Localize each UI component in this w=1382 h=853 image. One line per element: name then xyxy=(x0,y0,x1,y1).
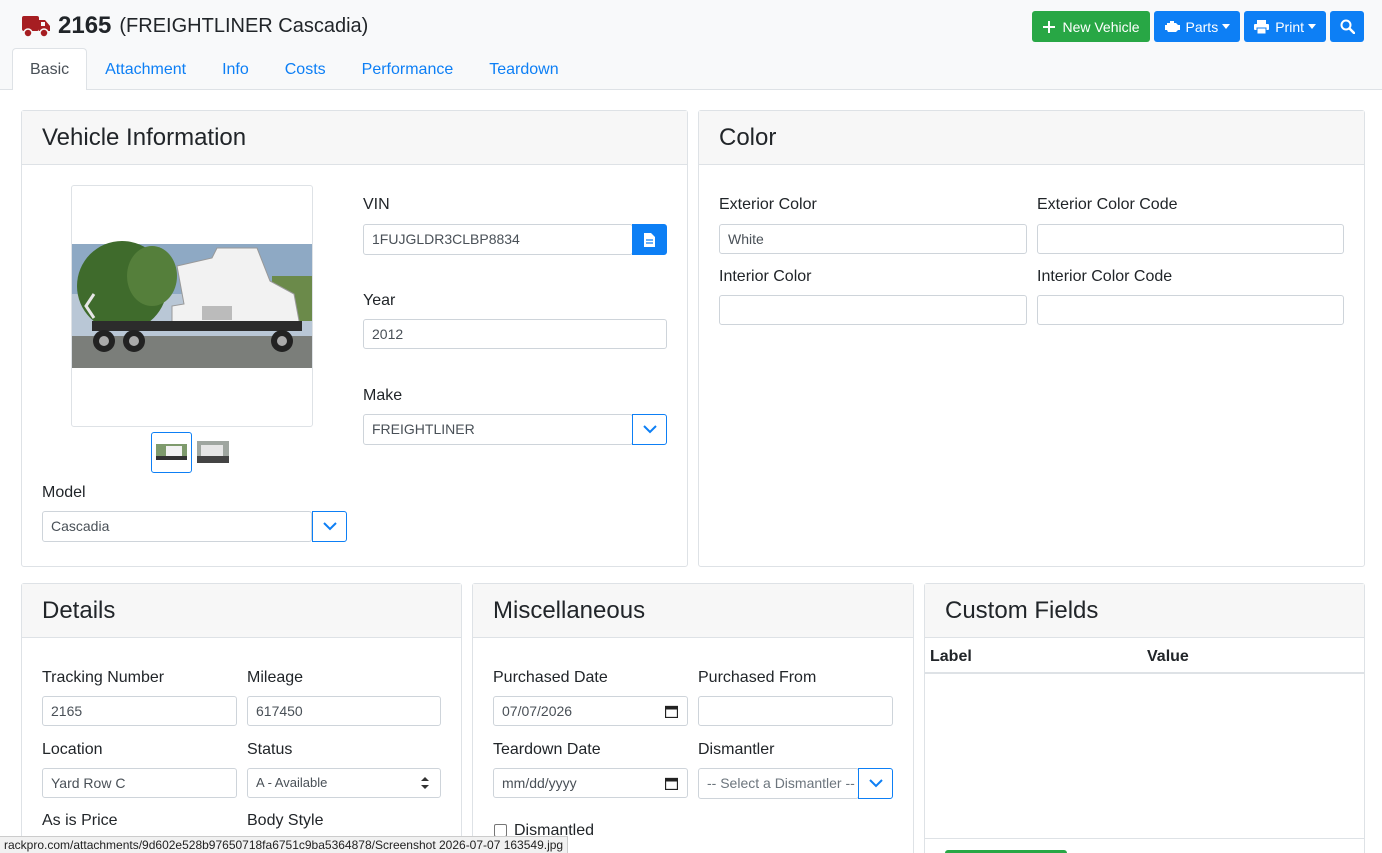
purchased-date-input[interactable]: 07/07/2026 xyxy=(493,696,688,726)
miscellaneous-title: Miscellaneous xyxy=(473,584,913,638)
printer-icon xyxy=(1254,19,1270,34)
column-label-header: Label xyxy=(930,648,972,665)
make-select[interactable]: FREIGHTLINER xyxy=(363,414,633,445)
thumbnail-image xyxy=(197,441,229,463)
teardown-date-input[interactable]: mm/dd/yyyy xyxy=(493,768,688,798)
custom-fields-table-header: Label Value xyxy=(925,638,1364,674)
status-value: A - Available xyxy=(256,775,328,790)
calendar-icon xyxy=(665,705,678,718)
tab-attachment[interactable]: Attachment xyxy=(87,48,204,90)
interior-color-code-label: Interior Color Code xyxy=(1037,268,1173,285)
vin-input[interactable]: 1FUJGLDR3CLBP8834 xyxy=(363,224,633,255)
chevron-down-icon xyxy=(868,779,883,788)
mileage-input[interactable]: 617450 xyxy=(247,696,441,726)
new-vehicle-label: New Vehicle xyxy=(1062,18,1140,35)
tab-bar: Basic Attachment Info Costs Performance … xyxy=(12,48,577,90)
exterior-color-code-input[interactable] xyxy=(1037,224,1344,254)
chevron-down-icon xyxy=(642,425,657,434)
purchased-from-label: Purchased From xyxy=(698,669,817,686)
exterior-color-input[interactable]: White xyxy=(719,224,1027,254)
vehicle-photo xyxy=(72,241,312,368)
year-input[interactable]: 2012 xyxy=(363,319,667,349)
interior-color-input[interactable] xyxy=(719,295,1027,325)
parts-dropdown-button[interactable]: Parts xyxy=(1153,11,1241,42)
parts-label: Parts xyxy=(1185,18,1219,35)
header-actions: New Vehicle Parts Print xyxy=(1032,11,1364,42)
interior-color-label: Interior Color xyxy=(719,268,812,285)
page-header: 2165 (FREIGHTLINER Cascadia) New Vehicle… xyxy=(0,0,1382,90)
year-label: Year xyxy=(363,292,396,309)
as-is-price-label: As is Price xyxy=(42,812,118,829)
tab-basic[interactable]: Basic xyxy=(12,48,88,90)
color-title: Color xyxy=(699,111,1364,165)
purchased-date-value: 07/07/2026 xyxy=(502,703,573,719)
teardown-date-label: Teardown Date xyxy=(493,741,601,758)
tracking-number-input[interactable]: 2165 xyxy=(42,696,237,726)
document-icon xyxy=(644,232,655,247)
thumbnail-2[interactable] xyxy=(197,441,229,463)
thumbnail-1[interactable] xyxy=(151,432,192,473)
details-card: Details Tracking Number 2165 Mileage 617… xyxy=(21,583,462,853)
caret-down-icon xyxy=(1308,24,1316,29)
teardown-date-placeholder: mm/dd/yyyy xyxy=(502,775,577,791)
caret-down-icon xyxy=(1222,24,1231,29)
purchased-from-input[interactable] xyxy=(698,696,893,726)
sort-icon xyxy=(421,777,429,789)
status-select[interactable]: A - Available xyxy=(247,768,441,798)
print-dropdown-button[interactable]: Print xyxy=(1244,11,1326,42)
calendar-icon xyxy=(665,777,678,790)
vehicle-information-card: Vehicle Information Model Cascadia VIN 1… xyxy=(21,110,688,567)
location-label: Location xyxy=(42,741,103,758)
tab-teardown[interactable]: Teardown xyxy=(471,48,576,90)
tab-performance[interactable]: Performance xyxy=(344,48,472,90)
dismantler-dropdown-button[interactable] xyxy=(858,768,893,799)
dismantler-select[interactable]: -- Select a Dismantler -- xyxy=(698,768,859,799)
exterior-color-label: Exterior Color xyxy=(719,196,817,213)
tab-info[interactable]: Info xyxy=(204,48,267,90)
model-label: Model xyxy=(42,484,86,501)
color-card: Color Exterior Color White Exterior Colo… xyxy=(698,110,1365,567)
vehicle-number: 2165 xyxy=(58,12,112,39)
make-dropdown-button[interactable] xyxy=(632,414,667,445)
interior-color-code-input[interactable] xyxy=(1037,295,1344,325)
tab-costs[interactable]: Costs xyxy=(267,48,344,90)
mileage-label: Mileage xyxy=(247,669,304,686)
details-title: Details xyxy=(22,584,461,638)
thumbnail-image xyxy=(156,444,187,460)
new-vehicle-button[interactable]: New Vehicle xyxy=(1032,11,1150,42)
dismantler-label: Dismantler xyxy=(698,741,775,758)
location-input[interactable]: Yard Row C xyxy=(42,768,237,798)
custom-fields-card: Custom Fields Label Value xyxy=(924,583,1365,853)
search-button[interactable] xyxy=(1330,11,1364,42)
chevron-down-icon xyxy=(322,522,337,531)
page-title: 2165 (FREIGHTLINER Cascadia) xyxy=(22,12,368,40)
search-icon xyxy=(1340,19,1355,34)
status-label: Status xyxy=(247,741,293,758)
vehicle-name: (FREIGHTLINER Cascadia) xyxy=(119,14,369,37)
model-dropdown-button[interactable] xyxy=(312,511,347,542)
miscellaneous-card: Miscellaneous Purchased Date 07/07/2026 … xyxy=(472,583,914,853)
purchased-date-label: Purchased Date xyxy=(493,669,608,686)
body-style-label: Body Style xyxy=(247,812,324,829)
browser-status-url: rackpro.com/attachments/9d602e528b976507… xyxy=(0,836,569,853)
vehicle-photo-carousel[interactable] xyxy=(71,185,313,427)
truck-icon xyxy=(22,16,50,38)
print-label: Print xyxy=(1275,18,1304,35)
vehicle-information-title: Vehicle Information xyxy=(22,111,687,165)
vin-decode-button[interactable] xyxy=(632,224,667,255)
plus-icon xyxy=(1043,20,1056,33)
table-divider xyxy=(925,838,1364,839)
tracking-number-label: Tracking Number xyxy=(42,669,165,686)
column-value-header: Value xyxy=(1147,648,1189,665)
model-select[interactable]: Cascadia xyxy=(42,511,312,542)
make-label: Make xyxy=(363,387,403,404)
exterior-color-code-label: Exterior Color Code xyxy=(1037,196,1178,213)
vin-label: VIN xyxy=(363,196,390,213)
engine-icon xyxy=(1164,21,1180,32)
custom-fields-title: Custom Fields xyxy=(925,584,1364,638)
